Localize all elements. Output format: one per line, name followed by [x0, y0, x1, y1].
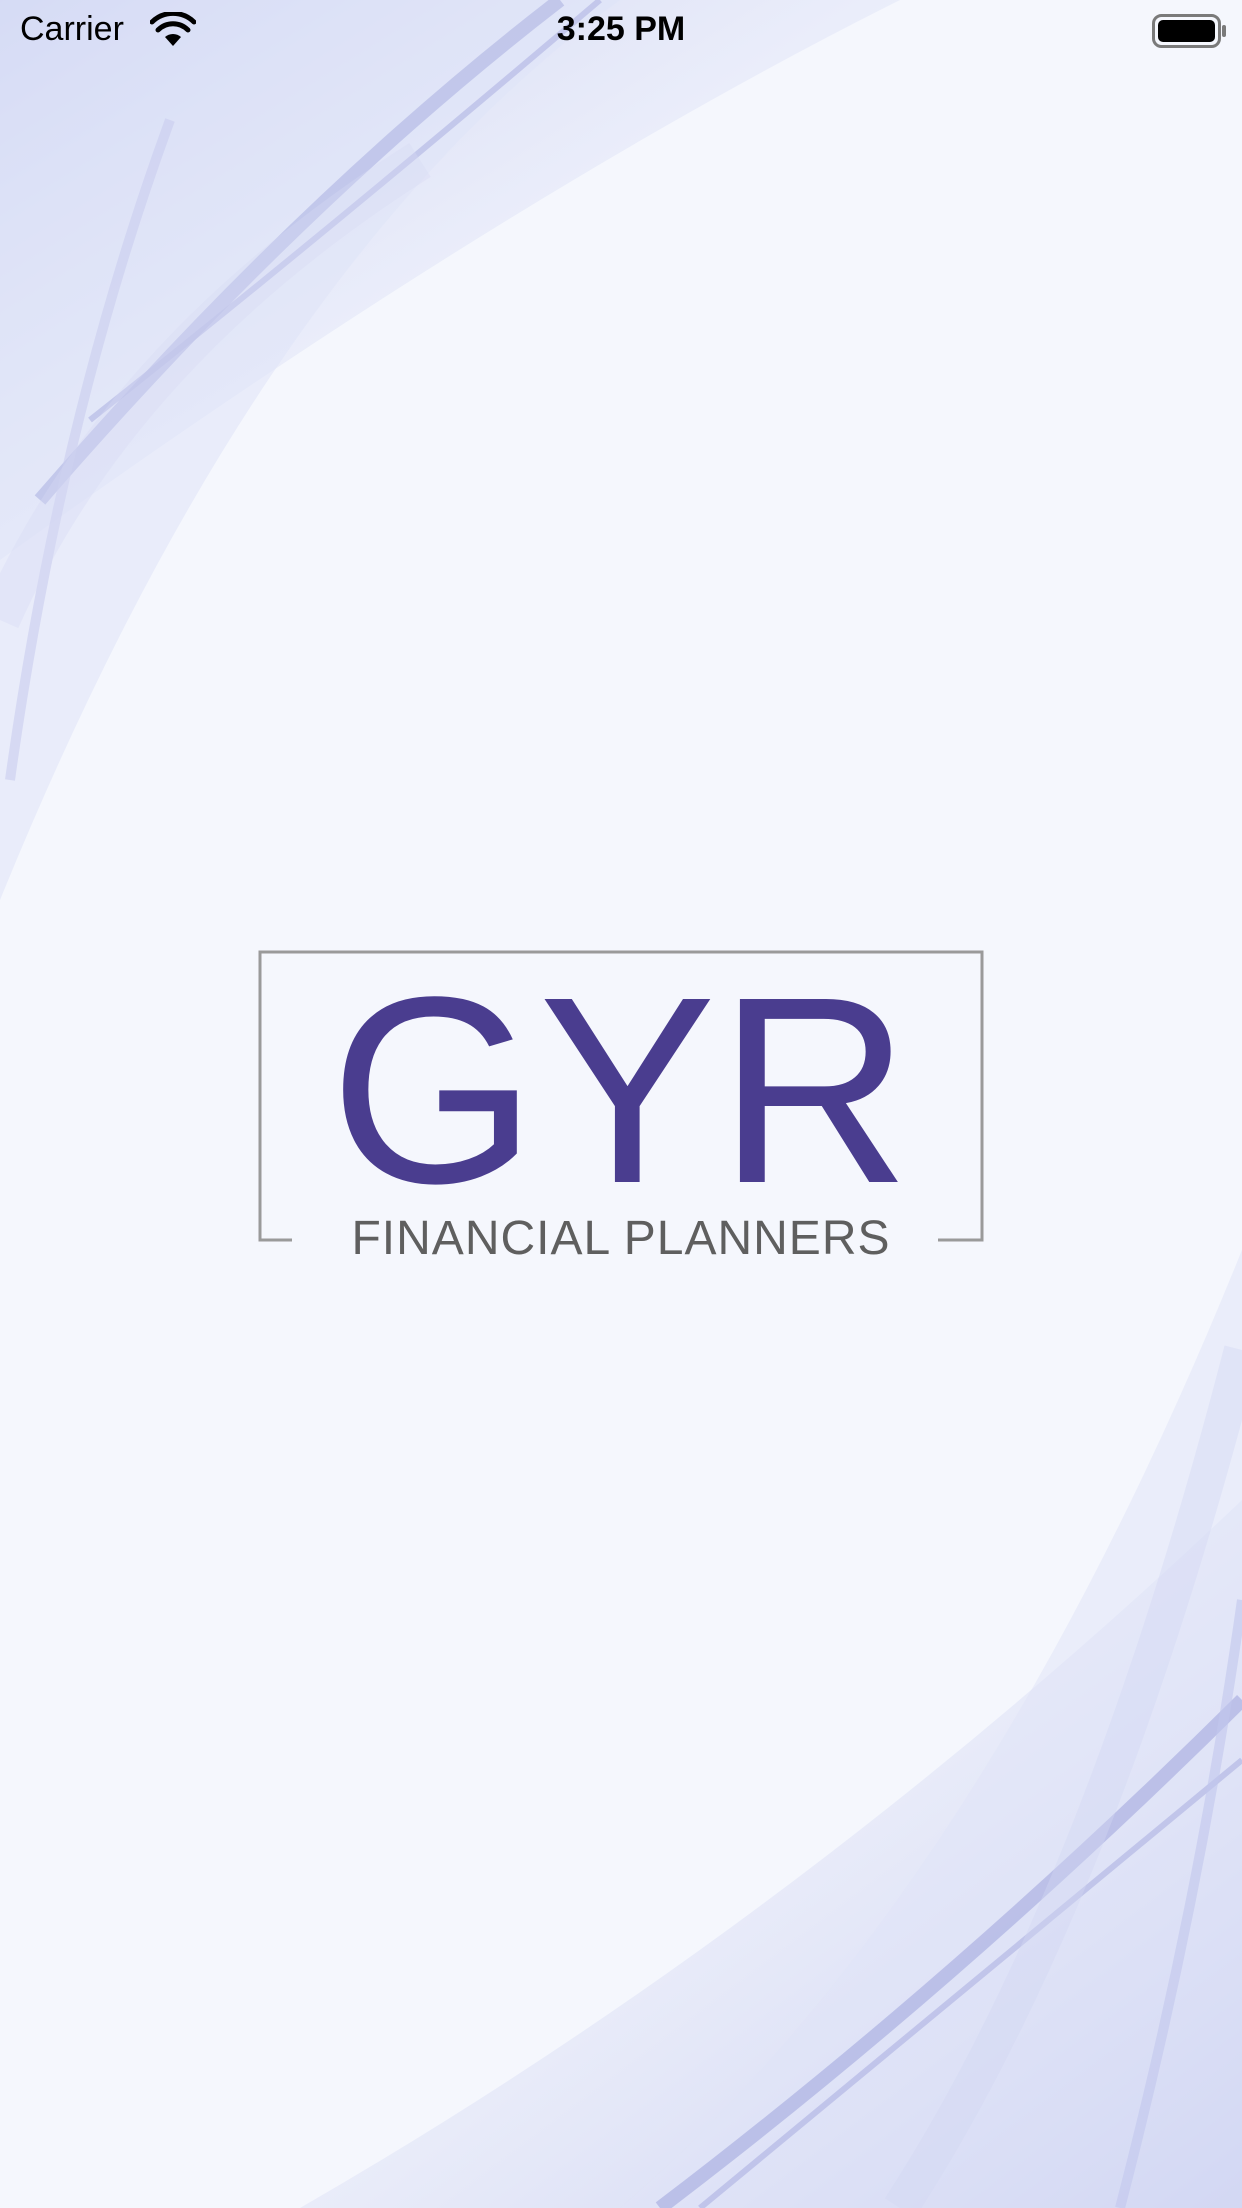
gyr-logo: GYR FINANCIAL PLANNERS	[258, 942, 984, 1265]
status-time: 3:25 PM	[556, 10, 686, 48]
logo-tagline-text: FINANCIAL PLANNERS	[335, 1212, 907, 1265]
battery-icon	[1152, 14, 1226, 48]
logo-tagline: FINANCIAL PLANNERS	[258, 1212, 984, 1266]
status-bar: Carrier 3:25 PM	[0, 0, 1242, 62]
logo-wordmark: GYR	[329, 942, 913, 1239]
